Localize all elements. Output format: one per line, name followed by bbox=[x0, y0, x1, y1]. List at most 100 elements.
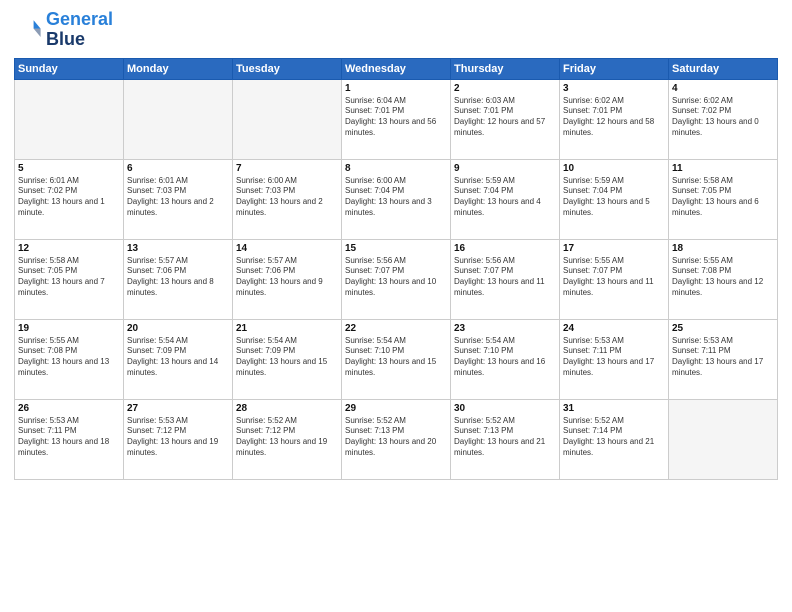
day-info: Sunrise: 5:53 AMSunset: 7:11 PMDaylight:… bbox=[18, 416, 120, 459]
calendar-cell bbox=[124, 79, 233, 159]
calendar-cell: 2 Sunrise: 6:03 AMSunset: 7:01 PMDaylight… bbox=[451, 79, 560, 159]
day-info: Sunrise: 6:00 AMSunset: 7:03 PMDaylight:… bbox=[236, 176, 338, 219]
day-number: 8 bbox=[345, 163, 447, 174]
day-number: 15 bbox=[345, 243, 447, 254]
calendar-cell: 19Sunrise: 5:55 AMSunset: 7:08 PMDayligh… bbox=[15, 319, 124, 399]
day-number: 4 bbox=[672, 83, 774, 94]
day-info: Sunrise: 5:53 AMSunset: 7:11 PMDaylight:… bbox=[672, 336, 774, 379]
weekday-header-cell: Thursday bbox=[451, 58, 560, 79]
calendar-cell: 21 Sunrise: 5:54 AMSunset: 7:09 PMDayligh… bbox=[233, 319, 342, 399]
day-info: Sunrise: 5:58 AMSunset: 7:05 PMDaylight:… bbox=[18, 256, 120, 299]
weekday-header-cell: Tuesday bbox=[233, 58, 342, 79]
day-number: 21 bbox=[236, 323, 338, 334]
day-number: 26 bbox=[18, 403, 120, 414]
calendar-cell bbox=[669, 399, 778, 479]
day-number: 14 bbox=[236, 243, 338, 254]
calendar-week: 26 Sunrise: 5:53 AMSunset: 7:11 PMDayligh… bbox=[15, 399, 778, 479]
day-number: 31 bbox=[563, 403, 665, 414]
day-number: 29 bbox=[345, 403, 447, 414]
calendar-week: 12 Sunrise: 5:58 AMSunset: 7:05 PMDayligh… bbox=[15, 239, 778, 319]
day-number: 11 bbox=[672, 163, 774, 174]
day-number: 17 bbox=[563, 243, 665, 254]
calendar-cell: 22 Sunrise: 5:54 AMSunset: 7:10 PMDayligh… bbox=[342, 319, 451, 399]
day-info: Sunrise: 6:01 AMSunset: 7:02 PMDaylight:… bbox=[18, 176, 120, 219]
calendar-week: 5 Sunrise: 6:01 AMSunset: 7:02 PMDaylight… bbox=[15, 159, 778, 239]
calendar-cell: 24Sunrise: 5:53 AMSunset: 7:11 PMDayligh… bbox=[560, 319, 669, 399]
day-number: 22 bbox=[345, 323, 447, 334]
day-number: 1 bbox=[345, 83, 447, 94]
calendar-cell: 25 Sunrise: 5:53 AMSunset: 7:11 PMDayligh… bbox=[669, 319, 778, 399]
calendar-cell: 7Sunrise: 6:00 AMSunset: 7:03 PMDaylight… bbox=[233, 159, 342, 239]
day-info: Sunrise: 5:55 AMSunset: 7:07 PMDaylight:… bbox=[563, 256, 665, 299]
calendar-cell: 11Sunrise: 5:58 AMSunset: 7:05 PMDayligh… bbox=[669, 159, 778, 239]
day-info: Sunrise: 5:52 AMSunset: 7:13 PMDaylight:… bbox=[454, 416, 556, 459]
calendar-cell: 31 Sunrise: 5:52 AMSunset: 7:14 PMDayligh… bbox=[560, 399, 669, 479]
calendar-cell bbox=[15, 79, 124, 159]
day-number: 18 bbox=[672, 243, 774, 254]
calendar-cell: 18 Sunrise: 5:55 AMSunset: 7:08 PMDayligh… bbox=[669, 239, 778, 319]
day-number: 9 bbox=[454, 163, 556, 174]
calendar-week: 19Sunrise: 5:55 AMSunset: 7:08 PMDayligh… bbox=[15, 319, 778, 399]
calendar-cell: 29 Sunrise: 5:52 AMSunset: 7:13 PMDayligh… bbox=[342, 399, 451, 479]
calendar-cell: 26 Sunrise: 5:53 AMSunset: 7:11 PMDayligh… bbox=[15, 399, 124, 479]
day-number: 24 bbox=[563, 323, 665, 334]
weekday-header-cell: Monday bbox=[124, 58, 233, 79]
calendar-week: 1Sunrise: 6:04 AMSunset: 7:01 PMDaylight… bbox=[15, 79, 778, 159]
logo-icon bbox=[14, 16, 42, 44]
calendar-table: SundayMondayTuesdayWednesdayThursdayFrid… bbox=[14, 58, 778, 480]
day-info: Sunrise: 5:56 AMSunset: 7:07 PMDaylight:… bbox=[454, 256, 556, 299]
day-number: 3 bbox=[563, 83, 665, 94]
weekday-header: SundayMondayTuesdayWednesdayThursdayFrid… bbox=[15, 58, 778, 79]
day-info: Sunrise: 6:03 AMSunset: 7:01 PMDaylight:… bbox=[454, 96, 556, 139]
calendar-cell: 4 Sunrise: 6:02 AMSunset: 7:02 PMDaylight… bbox=[669, 79, 778, 159]
logo: GeneralBlue bbox=[14, 10, 113, 50]
day-number: 5 bbox=[18, 163, 120, 174]
day-info: Sunrise: 6:02 AMSunset: 7:02 PMDaylight:… bbox=[672, 96, 774, 139]
day-info: Sunrise: 5:52 AMSunset: 7:12 PMDaylight:… bbox=[236, 416, 338, 459]
calendar-cell: 28 Sunrise: 5:52 AMSunset: 7:12 PMDayligh… bbox=[233, 399, 342, 479]
logo-text: GeneralBlue bbox=[46, 10, 113, 50]
calendar-cell: 10 Sunrise: 5:59 AMSunset: 7:04 PMDayligh… bbox=[560, 159, 669, 239]
weekday-header-cell: Wednesday bbox=[342, 58, 451, 79]
calendar-cell: 3Sunrise: 6:02 AMSunset: 7:01 PMDaylight… bbox=[560, 79, 669, 159]
day-info: Sunrise: 5:55 AMSunset: 7:08 PMDaylight:… bbox=[18, 336, 120, 379]
day-number: 12 bbox=[18, 243, 120, 254]
page: GeneralBlue SundayMondayTuesdayWednesday… bbox=[0, 0, 792, 612]
day-number: 6 bbox=[127, 163, 229, 174]
day-info: Sunrise: 5:54 AMSunset: 7:09 PMDaylight:… bbox=[236, 336, 338, 379]
calendar-cell: 9Sunrise: 5:59 AMSunset: 7:04 PMDaylight… bbox=[451, 159, 560, 239]
day-info: Sunrise: 5:54 AMSunset: 7:09 PMDaylight:… bbox=[127, 336, 229, 379]
calendar-body: 1Sunrise: 6:04 AMSunset: 7:01 PMDaylight… bbox=[15, 79, 778, 479]
day-info: Sunrise: 5:52 AMSunset: 7:13 PMDaylight:… bbox=[345, 416, 447, 459]
calendar-cell: 27Sunrise: 5:53 AMSunset: 7:12 PMDayligh… bbox=[124, 399, 233, 479]
weekday-header-cell: Friday bbox=[560, 58, 669, 79]
calendar-cell: 17 Sunrise: 5:55 AMSunset: 7:07 PMDayligh… bbox=[560, 239, 669, 319]
calendar-cell: 1Sunrise: 6:04 AMSunset: 7:01 PMDaylight… bbox=[342, 79, 451, 159]
header: GeneralBlue bbox=[14, 10, 778, 50]
day-info: Sunrise: 5:56 AMSunset: 7:07 PMDaylight:… bbox=[345, 256, 447, 299]
day-number: 2 bbox=[454, 83, 556, 94]
weekday-header-cell: Saturday bbox=[669, 58, 778, 79]
day-number: 25 bbox=[672, 323, 774, 334]
calendar-cell: 16 Sunrise: 5:56 AMSunset: 7:07 PMDayligh… bbox=[451, 239, 560, 319]
calendar-cell: 5 Sunrise: 6:01 AMSunset: 7:02 PMDaylight… bbox=[15, 159, 124, 239]
day-info: Sunrise: 5:53 AMSunset: 7:12 PMDaylight:… bbox=[127, 416, 229, 459]
day-info: Sunrise: 6:01 AMSunset: 7:03 PMDaylight:… bbox=[127, 176, 229, 219]
day-info: Sunrise: 5:55 AMSunset: 7:08 PMDaylight:… bbox=[672, 256, 774, 299]
day-info: Sunrise: 5:59 AMSunset: 7:04 PMDaylight:… bbox=[563, 176, 665, 219]
calendar-cell: 12 Sunrise: 5:58 AMSunset: 7:05 PMDayligh… bbox=[15, 239, 124, 319]
day-number: 16 bbox=[454, 243, 556, 254]
calendar-cell: 6 Sunrise: 6:01 AMSunset: 7:03 PMDaylight… bbox=[124, 159, 233, 239]
calendar-cell: 30 Sunrise: 5:52 AMSunset: 7:13 PMDayligh… bbox=[451, 399, 560, 479]
calendar-cell: 13Sunrise: 5:57 AMSunset: 7:06 PMDayligh… bbox=[124, 239, 233, 319]
calendar-cell: 15 Sunrise: 5:56 AMSunset: 7:07 PMDayligh… bbox=[342, 239, 451, 319]
day-info: Sunrise: 5:54 AMSunset: 7:10 PMDaylight:… bbox=[345, 336, 447, 379]
day-number: 30 bbox=[454, 403, 556, 414]
calendar-cell: 14Sunrise: 5:57 AMSunset: 7:06 PMDayligh… bbox=[233, 239, 342, 319]
day-number: 28 bbox=[236, 403, 338, 414]
weekday-header-cell: Sunday bbox=[15, 58, 124, 79]
day-info: Sunrise: 5:52 AMSunset: 7:14 PMDaylight:… bbox=[563, 416, 665, 459]
day-info: Sunrise: 5:54 AMSunset: 7:10 PMDaylight:… bbox=[454, 336, 556, 379]
day-number: 10 bbox=[563, 163, 665, 174]
day-info: Sunrise: 5:57 AMSunset: 7:06 PMDaylight:… bbox=[127, 256, 229, 299]
